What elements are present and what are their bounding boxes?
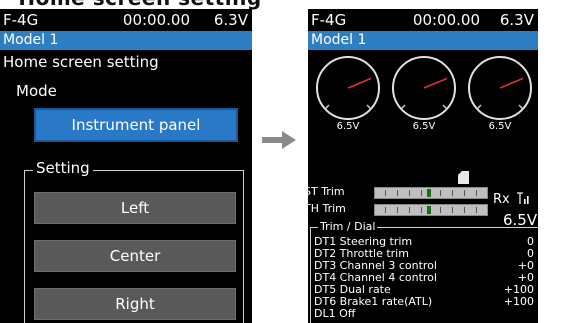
row-label: DT6 Brake1 rate(ATL) — [314, 295, 433, 308]
gauge-value: 6.5V — [488, 121, 512, 132]
th-trim-marker — [427, 206, 431, 214]
row-value: +0 — [517, 271, 534, 284]
signal-antenna-icon — [516, 192, 529, 204]
timer: 00:00.00 — [122, 11, 190, 29]
mode-label: Mode — [16, 82, 57, 100]
settings-screen: F-4G 00:00.00 6.3V Model 1 Home screen s… — [0, 9, 252, 323]
row-value: +100 — [503, 283, 534, 296]
model-name-bar: Model 1 — [0, 31, 252, 50]
gauge-center: 6.5V — [391, 55, 457, 135]
st-trim-label: ST Trim — [308, 185, 345, 198]
gauge-dial-icon — [468, 56, 532, 120]
timer: 00:00.00 — [412, 11, 480, 29]
model-name-bar: Model 1 — [308, 31, 538, 50]
trim-row-dt3: DT3 Channel 3 control +0 — [314, 260, 534, 271]
page-title: Home screen setting — [3, 53, 159, 71]
row-value: 0 — [527, 247, 534, 260]
trim-row-dt6: DT6 Brake1 rate(ATL) +100 — [314, 296, 534, 307]
instrument-panel-screen: F-4G 00:00.00 6.3V Model 1 6.5V 6.5V 6.5… — [308, 9, 538, 323]
mode-select-button[interactable]: Instrument panel — [34, 108, 238, 142]
trim-row-dt1: DT1 Steering trim 0 — [314, 236, 534, 247]
transmitter-name: F-4G — [3, 11, 39, 29]
rx-label: Rx — [493, 192, 510, 207]
battery-voltage: 6.3V — [499, 11, 534, 29]
setting-group-label: Setting — [33, 159, 93, 177]
th-trim-bar — [374, 204, 488, 216]
gauge-dial-icon — [392, 56, 456, 120]
gauge-value: 6.5V — [412, 121, 436, 132]
trim-dial-label: Trim / Dial — [318, 220, 378, 233]
rx-indicator: Rx — [493, 192, 531, 207]
trim-row-dl1: DL1 Off — [314, 308, 534, 319]
center-button[interactable]: Center — [34, 240, 236, 272]
row-value: +0 — [517, 259, 534, 272]
row-label: DL1 Off — [314, 307, 356, 320]
left-button[interactable]: Left — [34, 192, 236, 224]
status-bar: F-4G 00:00.00 6.3V — [308, 9, 538, 31]
th-trim-label: TH Trim — [308, 202, 346, 215]
status-bar: F-4G 00:00.00 6.3V — [0, 9, 252, 31]
st-trim-bar — [374, 187, 488, 199]
row-label: DT5 Dual rate — [314, 283, 391, 296]
battery-voltage: 6.3V — [213, 11, 248, 29]
row-value: +100 — [503, 295, 534, 308]
transmitter-name: F-4G — [311, 11, 347, 29]
row-label: DT3 Channel 3 control — [314, 259, 437, 272]
gauge-left: 6.5V — [315, 55, 381, 135]
right-button[interactable]: Right — [34, 288, 236, 320]
gauge-value: 6.5V — [336, 121, 360, 132]
row-label: DT2 Throttle trim — [314, 247, 409, 260]
st-trim-marker — [427, 189, 431, 197]
row-value: 0 — [527, 235, 534, 248]
row-label: DT4 Channel 4 control — [314, 271, 437, 284]
trim-row-dt5: DT5 Dual rate +100 — [314, 284, 534, 295]
sd-card-icon — [458, 171, 469, 184]
gauge-right: 6.5V — [467, 55, 533, 135]
row-label: DT1 Steering trim — [314, 235, 413, 248]
trim-row-dt2: DT2 Throttle trim 0 — [314, 248, 534, 259]
arrow-right-icon — [262, 131, 296, 149]
trim-row-dt4: DT4 Channel 4 control +0 — [314, 272, 534, 283]
gauge-dial-icon — [316, 56, 380, 120]
